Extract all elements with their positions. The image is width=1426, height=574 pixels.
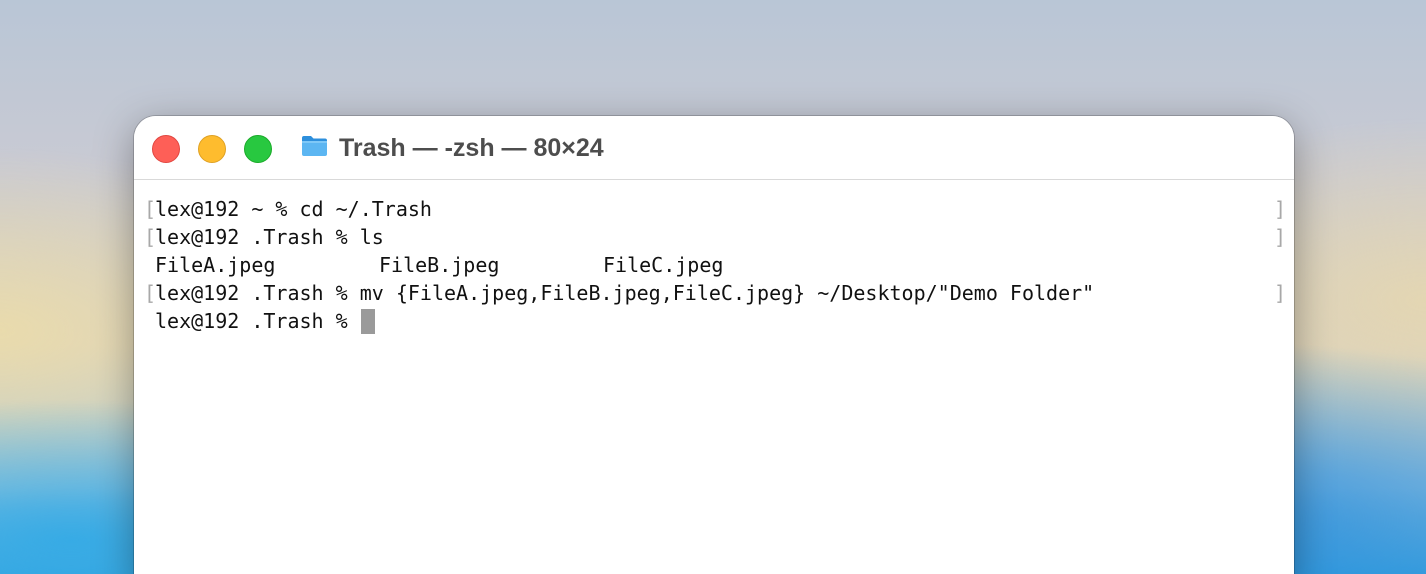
file-entry: FileB.jpeg [379, 253, 500, 277]
file-entry: FileC.jpeg [603, 253, 724, 277]
terminal-line: lex@192 .Trash % mv {FileA.jpeg,FileB.jp… [155, 281, 1095, 305]
folder-icon [302, 136, 327, 156]
close-button[interactable] [152, 135, 180, 163]
terminal-line: lex@192 ~ % cd ~/.Trash [155, 197, 432, 221]
mark-bracket-right: ] [1274, 197, 1287, 221]
text-cursor [360, 309, 375, 334]
maximize-button[interactable] [244, 135, 272, 163]
minimize-button[interactable] [198, 135, 226, 163]
terminal-output[interactable]: [ lex@192 ~ % cd ~/.Trash ] [ lex@192 .T… [134, 180, 1294, 574]
terminal-prompt-line[interactable]: lex@192 .Trash % [155, 307, 375, 335]
mark-bracket-right: ] [1274, 281, 1287, 305]
title-bar[interactable]: Trash — -zsh — 80×24 [134, 116, 1294, 180]
file-entry: FileA.jpeg [155, 253, 276, 277]
prompt-text: lex@192 .Trash % [155, 309, 360, 333]
window-title: Trash — -zsh — 80×24 [339, 134, 604, 162]
mark-bracket-right: ] [1274, 225, 1287, 249]
terminal-window: Trash — -zsh — 80×24 [ lex@192 ~ % cd ~/… [134, 116, 1294, 574]
terminal-line: lex@192 .Trash % ls [155, 225, 384, 249]
